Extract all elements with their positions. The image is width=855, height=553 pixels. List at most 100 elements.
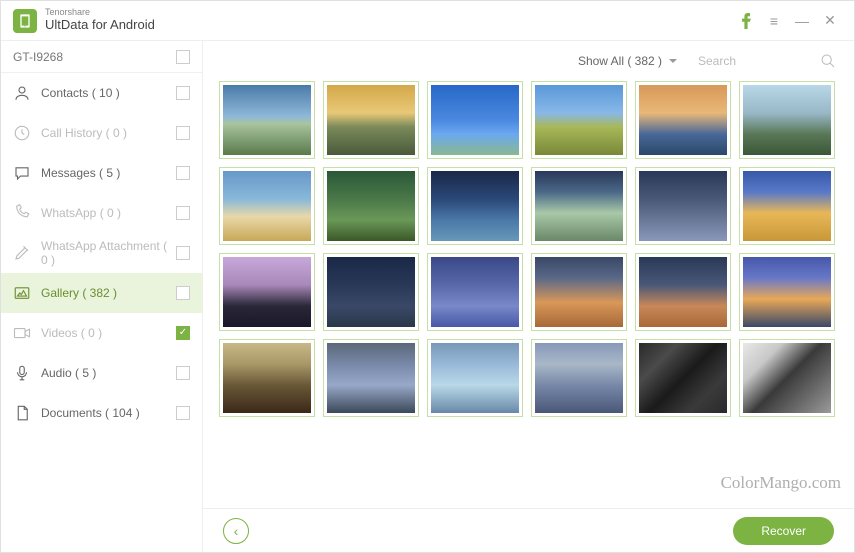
sidebar-item-4[interactable]: WhatsApp Attachment ( 0 ) — [1, 233, 202, 273]
gallery-thumb[interactable] — [635, 167, 731, 245]
sidebar-item-label: Documents ( 104 ) — [41, 406, 176, 420]
recover-button[interactable]: Recover — [733, 517, 834, 545]
filter-dropdown[interactable]: Show All ( 382 ) — [578, 54, 678, 68]
gallery-thumb[interactable] — [531, 339, 627, 417]
minimize-button[interactable]: — — [790, 9, 814, 33]
sidebar: GT-I9268 Contacts ( 10 ) Call History ( 0… — [1, 41, 203, 552]
gallery-thumb[interactable] — [531, 253, 627, 331]
gallery-thumb[interactable] — [739, 339, 835, 417]
gallery-thumb[interactable] — [635, 253, 731, 331]
thumb-image — [223, 171, 311, 241]
sidebar-icon — [13, 364, 31, 382]
thumb-image — [431, 171, 519, 241]
thumb-image — [639, 85, 727, 155]
gallery-thumb[interactable] — [219, 167, 315, 245]
filter-label: Show All ( 382 ) — [578, 54, 662, 68]
gallery-thumb[interactable] — [219, 253, 315, 331]
gallery-thumb[interactable] — [323, 81, 419, 159]
back-button[interactable]: ‹ — [223, 518, 249, 544]
gallery-thumb[interactable] — [323, 167, 419, 245]
search-input[interactable] — [698, 49, 838, 73]
sidebar-checkbox[interactable] — [176, 166, 190, 180]
thumb-image — [431, 85, 519, 155]
thumb-image — [743, 85, 831, 155]
sidebar-item-7[interactable]: Audio ( 5 ) — [1, 353, 202, 393]
thumb-image — [743, 171, 831, 241]
gallery-grid — [203, 81, 854, 508]
sidebar-item-label: Messages ( 5 ) — [41, 166, 176, 180]
sidebar-checkbox[interactable] — [176, 206, 190, 220]
close-button[interactable]: ✕ — [818, 9, 842, 33]
gallery-thumb[interactable] — [219, 81, 315, 159]
sidebar-checkbox[interactable] — [176, 406, 190, 420]
gallery-thumb[interactable] — [739, 253, 835, 331]
gallery-thumb[interactable] — [739, 81, 835, 159]
sidebar-item-8[interactable]: Documents ( 104 ) — [1, 393, 202, 433]
thumb-image — [535, 171, 623, 241]
thumb-image — [223, 343, 311, 413]
sidebar-item-5[interactable]: Gallery ( 382 ) — [1, 273, 202, 313]
thumb-image — [535, 257, 623, 327]
sidebar-item-label: Contacts ( 10 ) — [41, 86, 176, 100]
share-icon[interactable] — [734, 9, 758, 33]
sidebar-icon — [13, 164, 31, 182]
gallery-thumb[interactable] — [427, 339, 523, 417]
thumb-image — [743, 257, 831, 327]
gallery-thumb[interactable] — [739, 167, 835, 245]
thumb-image — [431, 343, 519, 413]
app-logo — [13, 9, 37, 33]
thumb-image — [639, 257, 727, 327]
gallery-thumb[interactable] — [427, 253, 523, 331]
brand-title: Tenorshare UltData for Android — [45, 8, 155, 32]
gallery-thumb[interactable] — [531, 81, 627, 159]
thumb-image — [327, 343, 415, 413]
sidebar-item-label: WhatsApp Attachment ( 0 ) — [41, 239, 176, 267]
sidebar-checkbox[interactable] — [176, 86, 190, 100]
sidebar-item-3[interactable]: WhatsApp ( 0 ) — [1, 193, 202, 233]
menu-icon[interactable]: ≡ — [762, 9, 786, 33]
gallery-thumb[interactable] — [531, 167, 627, 245]
gallery-thumb[interactable] — [323, 339, 419, 417]
thumb-image — [327, 85, 415, 155]
sidebar-item-2[interactable]: Messages ( 5 ) — [1, 153, 202, 193]
sidebar-item-0[interactable]: Contacts ( 10 ) — [1, 73, 202, 113]
thumb-image — [639, 171, 727, 241]
thumb-image — [639, 343, 727, 413]
sidebar-icon — [13, 404, 31, 422]
sidebar-item-label: WhatsApp ( 0 ) — [41, 206, 176, 220]
thumb-image — [223, 257, 311, 327]
sidebar-item-1[interactable]: Call History ( 0 ) — [1, 113, 202, 153]
gallery-thumb[interactable] — [219, 339, 315, 417]
sidebar-item-label: Gallery ( 382 ) — [41, 286, 176, 300]
sidebar-icon — [13, 84, 31, 102]
device-name: GT-I9268 — [13, 50, 63, 64]
sidebar-icon — [13, 124, 31, 142]
thumb-image — [535, 343, 623, 413]
sidebar-checkbox[interactable] — [176, 286, 190, 300]
thumb-image — [327, 171, 415, 241]
device-row[interactable]: GT-I9268 — [1, 41, 202, 73]
thumb-image — [743, 343, 831, 413]
sidebar-item-6[interactable]: Videos ( 0 ) — [1, 313, 202, 353]
gallery-thumb[interactable] — [427, 167, 523, 245]
sidebar-item-label: Call History ( 0 ) — [41, 126, 176, 140]
gallery-thumb[interactable] — [635, 81, 731, 159]
gallery-thumb[interactable] — [323, 253, 419, 331]
sidebar-checkbox[interactable] — [176, 126, 190, 140]
sidebar-checkbox[interactable] — [176, 326, 190, 340]
sidebar-checkbox[interactable] — [176, 366, 190, 380]
device-checkbox[interactable] — [176, 50, 190, 64]
sidebar-icon — [13, 204, 31, 222]
thumb-image — [535, 85, 623, 155]
sidebar-checkbox[interactable] — [176, 246, 190, 260]
thumb-image — [431, 257, 519, 327]
sidebar-item-label: Audio ( 5 ) — [41, 366, 176, 380]
sidebar-icon — [13, 284, 31, 302]
gallery-thumb[interactable] — [635, 339, 731, 417]
sidebar-icon — [13, 324, 31, 342]
thumb-image — [223, 85, 311, 155]
search-icon — [820, 53, 836, 69]
thumb-image — [327, 257, 415, 327]
sidebar-item-label: Videos ( 0 ) — [41, 326, 176, 340]
gallery-thumb[interactable] — [427, 81, 523, 159]
